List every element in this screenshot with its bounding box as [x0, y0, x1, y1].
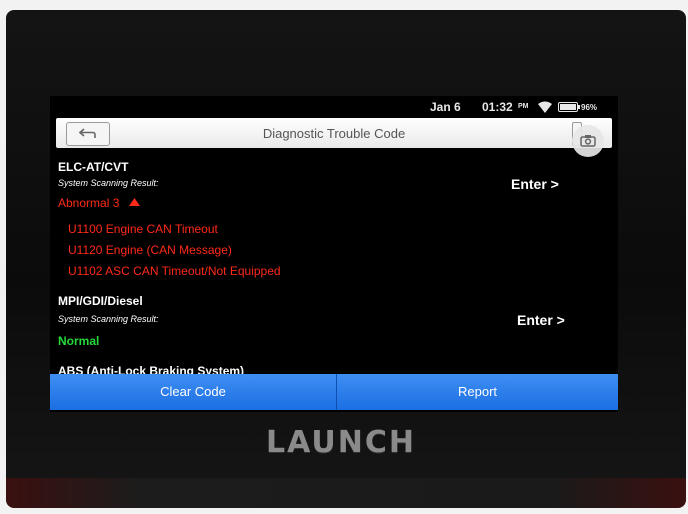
device-casing-edge	[6, 478, 686, 508]
abnormal-status[interactable]: Abnormal 3	[58, 196, 140, 210]
module-list: ELC-AT/CVT System Scanning Result: Enter…	[50, 154, 618, 378]
battery-percent: 96%	[581, 103, 598, 112]
enter-button-elc[interactable]: Enter >	[511, 176, 559, 192]
scan-result-label: System Scanning Result:	[58, 314, 159, 324]
wifi-icon	[538, 101, 552, 113]
status-bar: Jan 6 01:32 PM 96%	[50, 96, 618, 118]
module-name-elc: ELC-AT/CVT	[58, 160, 129, 174]
title-bar: Diagnostic Trouble Code	[56, 118, 612, 148]
module-name-mpi: MPI/GDI/Diesel	[58, 294, 143, 308]
page-title: Diagnostic Trouble Code	[262, 126, 406, 141]
expand-triangle-icon	[128, 198, 140, 206]
status-time: 01:32	[482, 100, 513, 114]
tablet-screen: Jan 6 01:32 PM 96% Diagnostic Trouble Co…	[50, 96, 618, 412]
camera-icon	[580, 135, 596, 147]
brand-logo: LAUNCH	[265, 425, 416, 460]
action-bar: Clear Code Report	[50, 374, 618, 410]
battery-icon	[558, 102, 580, 112]
scan-result-label: System Scanning Result:	[58, 178, 159, 188]
screenshot-button[interactable]	[572, 125, 604, 157]
enter-button-mpi[interactable]: Enter >	[517, 312, 565, 328]
normal-status: Normal	[58, 334, 100, 348]
clear-code-button[interactable]: Clear Code	[50, 374, 336, 410]
status-date: Jan 6	[430, 100, 461, 114]
dtc-item: U1120 Engine (CAN Message)	[68, 243, 232, 257]
report-button[interactable]: Report	[337, 374, 618, 410]
abnormal-status-label: Abnormal 3	[58, 196, 120, 210]
dtc-item: U1102 ASC CAN Timeout/Not Equipped	[68, 264, 281, 278]
dtc-item: U1100 Engine CAN Timeout	[68, 222, 218, 236]
status-ampm: PM	[518, 103, 529, 110]
